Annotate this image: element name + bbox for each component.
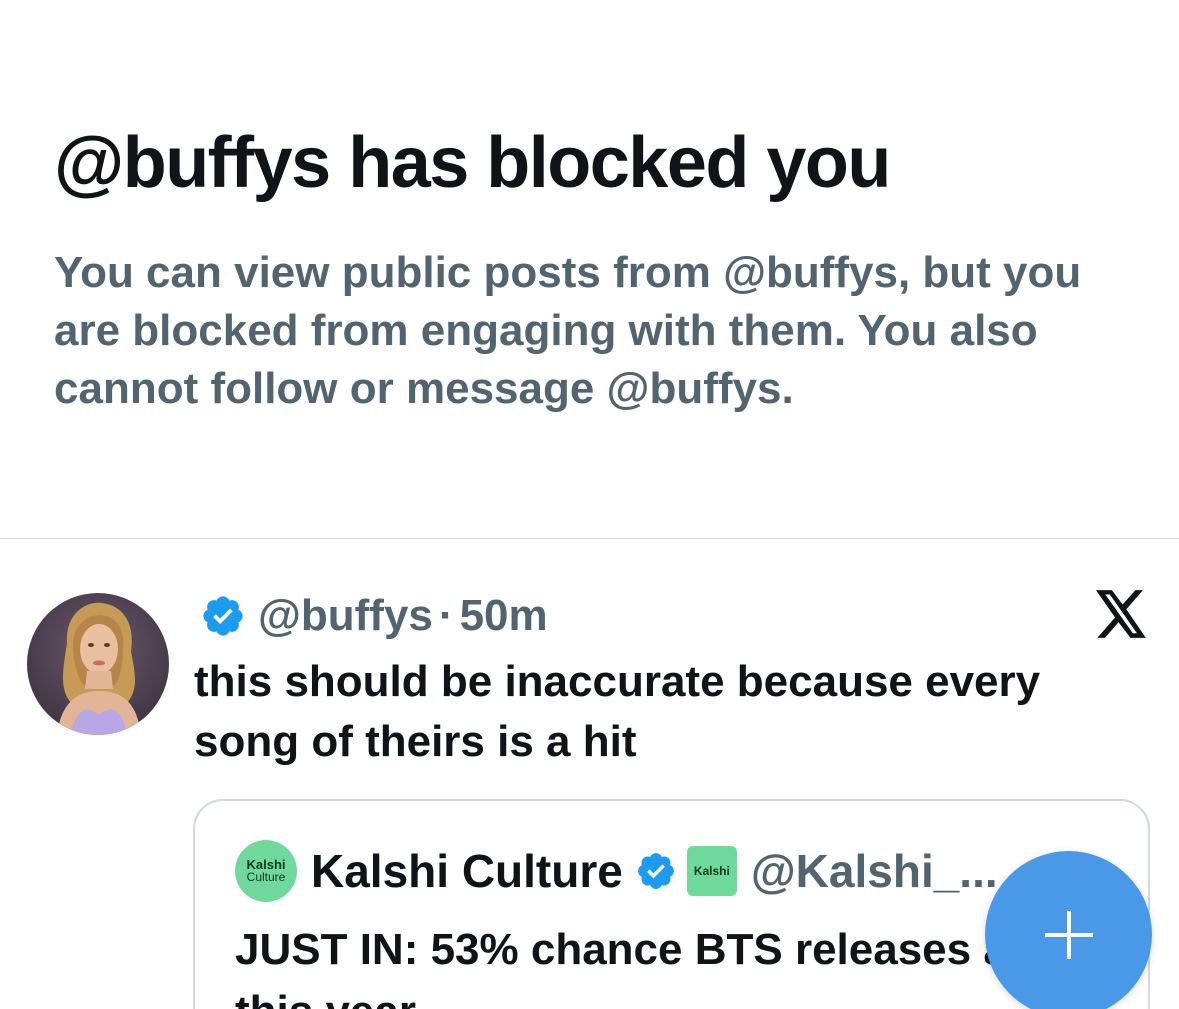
header-separator: · — [438, 591, 454, 640]
plus-icon — [1044, 910, 1093, 959]
post-header: @buffys · 50m — [200, 586, 548, 646]
kalshi-avatar-line2: Culture — [246, 870, 286, 884]
post-author-avatar[interactable] — [27, 593, 169, 735]
quoted-author-handle[interactable]: @Kalshi_... — [751, 844, 998, 898]
quoted-author-name[interactable]: Kalshi Culture — [311, 844, 623, 898]
compose-button[interactable] — [985, 851, 1152, 1009]
verified-badge-icon — [203, 596, 243, 636]
section-divider — [0, 538, 1179, 539]
blocked-profile-screen: @buffys has blocked you You can view pub… — [0, 0, 1179, 1009]
blocked-description: You can view public posts from @buffys, … — [54, 248, 1082, 413]
x-logo-icon — [1096, 590, 1146, 638]
post-text: this should be inaccurate because every … — [194, 657, 1041, 766]
post-timestamp[interactable]: 50m — [460, 591, 548, 641]
quoted-post-header: Kalshi Culture Kalshi Culture Kalshi @Ka… — [235, 840, 998, 902]
verified-badge-icon — [637, 853, 674, 889]
blocked-title: @buffys has blocked you — [54, 123, 891, 203]
avatar-photo-icon — [27, 593, 169, 735]
kalshi-avatar[interactable]: Kalshi Culture — [235, 840, 297, 902]
affiliate-badge: Kalshi — [686, 846, 737, 896]
post-author-handle[interactable]: @buffys — [258, 591, 433, 641]
